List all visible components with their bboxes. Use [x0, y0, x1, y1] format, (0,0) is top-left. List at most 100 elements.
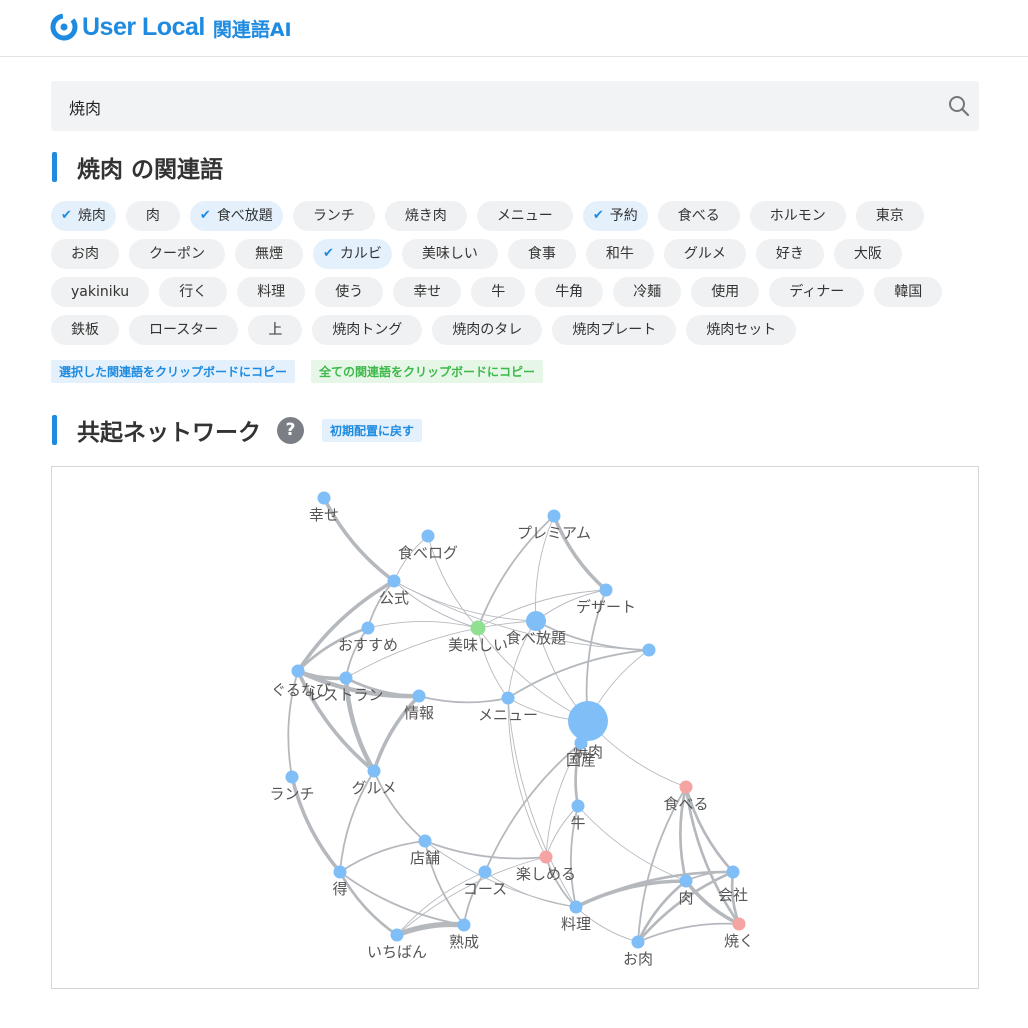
related-word-tag[interactable]: 使用 [691, 277, 760, 307]
network-node-circle[interactable] [726, 865, 740, 879]
network-node[interactable]: 食べる [663, 780, 709, 814]
network-node[interactable]: 公式 [379, 574, 409, 608]
network-node-circle[interactable] [631, 935, 645, 949]
related-word-tag[interactable]: 焼肉トング [312, 315, 423, 345]
network-node[interactable]: 牛 [570, 799, 586, 833]
related-word-tag[interactable]: 好き [755, 239, 824, 269]
network-node-circle[interactable] [539, 850, 553, 864]
related-word-tag[interactable]: 焼肉のタレ [432, 315, 543, 345]
network-node-circle[interactable] [333, 865, 347, 879]
related-word-tag[interactable]: 無煙 [235, 239, 303, 269]
related-word-tag[interactable]: 幸せ [393, 277, 462, 307]
network-node-circle[interactable] [390, 928, 404, 942]
network-node-circle[interactable] [526, 611, 546, 631]
network-node-circle[interactable] [599, 583, 613, 597]
network-node[interactable]: デザート [576, 583, 636, 617]
related-word-tag[interactable]: 食べる [657, 201, 740, 231]
network-node[interactable]: 得 [332, 865, 348, 899]
related-word-tag[interactable]: ✔ 予約 [582, 201, 648, 231]
search-icon[interactable] [947, 94, 971, 118]
copy-all-button[interactable]: 全ての関連語をクリップボードにコピー [311, 360, 544, 383]
reset-layout-button[interactable]: 初期配置に戻す [322, 418, 423, 442]
related-word-tag[interactable]: お肉 [51, 239, 119, 269]
network-node-circle[interactable] [470, 620, 486, 636]
related-word-tag[interactable]: メニュー [476, 201, 573, 231]
related-word-tag[interactable]: 牛角 [535, 277, 604, 307]
related-word-tag[interactable]: 韓国 [874, 277, 943, 307]
related-word-tag[interactable]: ディナー [769, 277, 865, 307]
related-word-tag[interactable]: クーポン [129, 239, 225, 269]
network-node[interactable]: 食べ放題 [506, 611, 566, 647]
network-node-circle[interactable] [679, 780, 693, 794]
network-node[interactable]: メニュー [478, 691, 538, 725]
network-node[interactable]: 店舗 [410, 834, 440, 868]
network-node[interactable]: 食べログ [398, 529, 458, 563]
network-node-circle[interactable] [339, 671, 353, 685]
network-node-circle[interactable] [285, 770, 299, 784]
related-word-tag[interactable]: yakiniku [51, 277, 150, 307]
network-node-circle[interactable] [478, 865, 492, 879]
network-node-circle[interactable] [732, 917, 746, 931]
related-word-tag[interactable]: ホルモン [749, 201, 846, 231]
network-node-circle[interactable] [457, 918, 471, 932]
network-node[interactable]: グルメ [351, 764, 397, 798]
related-word-tag[interactable]: 焼き肉 [384, 201, 467, 231]
cooccurrence-network[interactable]: 幸せ 食べログ プレミアム 公式 デザート 美味しい 食べ放題 おすすめ ぐるなび レストラン 情報… [51, 466, 979, 989]
related-word-tag[interactable]: 鉄板 [51, 315, 119, 345]
network-node[interactable]: ランチ [269, 770, 315, 804]
related-word-tag[interactable]: 美味しい [401, 239, 498, 269]
related-word-tag[interactable]: 牛 [471, 277, 526, 307]
related-word-tag[interactable]: ✔ カルビ [313, 239, 392, 269]
network-node-circle[interactable] [642, 643, 656, 657]
network-node[interactable]: 焼く [724, 917, 754, 951]
network-node-circle[interactable] [679, 874, 693, 888]
network-graph[interactable]: 幸せ食べログプレミアム公式 デザート美味しい食べ放題おすすめぐるなびレストラン情報… [52, 467, 978, 988]
network-node[interactable]: いちばん [367, 928, 427, 962]
network-node-circle[interactable] [367, 764, 381, 778]
help-icon[interactable]: ? [277, 416, 304, 444]
related-word-tag[interactable]: 食事 [507, 239, 576, 269]
network-node-circle[interactable] [361, 621, 375, 635]
related-word-tag[interactable]: 大阪 [833, 239, 902, 269]
search-input[interactable] [67, 81, 931, 133]
network-node-circle[interactable] [547, 509, 561, 523]
network-node-label: 肉 [678, 889, 693, 907]
related-word-tag[interactable]: ✔ 焼肉 [51, 201, 116, 231]
related-word-tag[interactable]: 上 [248, 315, 303, 345]
network-node-circle[interactable] [501, 691, 515, 705]
network-node-circle[interactable] [421, 529, 435, 543]
network-node[interactable]: おすすめ [338, 621, 398, 655]
network-node-circle[interactable] [387, 574, 401, 588]
related-word-tag[interactable]: 焼肉セット [686, 315, 797, 345]
network-node-circle[interactable] [412, 689, 426, 703]
network-node[interactable]: 肉 [678, 874, 694, 908]
network-node-circle[interactable] [291, 664, 305, 678]
related-word-tag[interactable]: 使う [315, 277, 384, 307]
network-node[interactable] [642, 643, 656, 657]
network-node-circle[interactable] [418, 834, 432, 848]
copy-selected-button[interactable]: 選択した関連語をクリップボードにコピー [51, 360, 296, 383]
network-node-circle[interactable] [317, 491, 331, 505]
network-node-circle[interactable] [569, 900, 583, 914]
network-node[interactable]: プレミアム [517, 509, 591, 543]
related-word-tag[interactable]: グルメ [663, 239, 746, 269]
network-node[interactable]: 楽しめる [516, 850, 576, 884]
related-word-tag[interactable]: ランチ [292, 201, 375, 231]
related-word-tag[interactable]: 料理 [237, 277, 306, 307]
related-word-tag[interactable]: 和牛 [585, 239, 654, 269]
network-node[interactable]: お肉 [623, 935, 653, 969]
related-word-tag[interactable]: ロースター [129, 315, 239, 345]
network-node-circle[interactable] [571, 799, 585, 813]
network-node[interactable]: 幸せ [309, 491, 339, 525]
related-word-tag[interactable]: 肉 [125, 201, 180, 231]
related-word-tag[interactable]: ✔ 食べ放題 [189, 201, 283, 231]
network-node[interactable]: コース [463, 865, 507, 899]
related-word-tag[interactable]: 東京 [855, 201, 924, 231]
related-word-tag[interactable]: 焼肉プレート [552, 315, 677, 345]
network-node-circle[interactable] [574, 736, 588, 750]
network-node-circle[interactable] [568, 701, 608, 741]
userlocal-logo[interactable]: User Local 関連語AI [50, 10, 292, 44]
related-word-tag[interactable]: 行く [159, 277, 228, 307]
network-node[interactable]: 国産 [566, 736, 596, 770]
related-word-tag[interactable]: 冷麺 [613, 277, 682, 307]
